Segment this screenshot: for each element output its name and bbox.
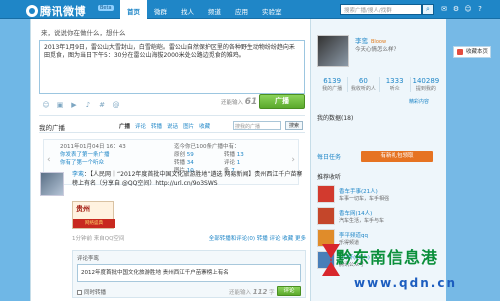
nav-apps[interactable]: 应用: [228, 0, 255, 19]
composer-textarea[interactable]: 2013年1月9日，雷公山大雪封山，白雪皑皑。雷公山自然保护区里的各种野生动物纷…: [39, 40, 305, 94]
logo-eye-icon: [26, 5, 38, 17]
settings-icon[interactable]: ⚙: [452, 5, 460, 13]
checkbox-icon[interactable]: [77, 290, 82, 295]
stats-line2: 你有了第一个听众: [60, 160, 105, 166]
reply-label: 评论李鸾: [77, 256, 100, 262]
profile-stats: 6139 我的广播 60 我收听的人 1333 听众 140289 提到我的: [317, 77, 441, 92]
image-icon[interactable]: ▣: [55, 101, 65, 109]
divider: [39, 115, 305, 116]
stat-broadcasts[interactable]: 6139 我的广播: [317, 77, 349, 92]
profile-mood[interactable]: 今天心情怎么样？: [355, 45, 399, 53]
post-button[interactable]: 广播: [259, 94, 305, 109]
timeline-title: 我的广播: [39, 124, 65, 132]
nav-channels[interactable]: 频道: [201, 0, 228, 19]
stats-date-block: 2011年01月04日 16：43 你发表了第一条广播 你有了第一个听众: [60, 143, 126, 167]
music-icon[interactable]: ♪: [83, 101, 93, 109]
stat-item: 评论 1: [224, 160, 241, 166]
stat-item: 转播 13: [224, 152, 244, 158]
counter-value: 61: [244, 97, 258, 107]
tab-favorites[interactable]: 收藏: [199, 122, 210, 130]
recommend-item[interactable]: 香车手事(21人) 车事一切车，车手相强: [317, 185, 443, 207]
post-avatar[interactable]: [40, 172, 64, 196]
reply-box: 评论李鸾 2012年度首批中国文化旅游胜地 贵州西江千户苗寨榜上有名 同时转播 …: [72, 250, 306, 298]
site-watermark: 黔东南信息港 www.qdn.cn: [316, 236, 500, 301]
post-text: 李鸾：【人民网｜“2012年度首批中国文化旅游胜地”遴选 网易新闻】贵州西江千户…: [72, 171, 303, 187]
post-meta: 1分钟前 来自QQ空间 全部转播和评论(0) 转播 评论 收藏 更多: [72, 234, 306, 242]
nav-home[interactable]: 首页: [120, 0, 147, 19]
stats-summary: 迄今你已100条广播中有：: [174, 144, 240, 150]
post-actions[interactable]: 全部转播和评论(0) 转播 评论 收藏 更多: [209, 234, 306, 242]
at-icon[interactable]: @: [111, 101, 121, 109]
timeline-header: 我的广播 广播 评论 转播 说话 图片 收藏 搜我的广播 搜索: [39, 121, 305, 133]
logo-text: 腾讯微博: [40, 5, 86, 18]
nav-lab[interactable]: 实验室: [255, 0, 289, 19]
nav-find-people[interactable]: 找人: [174, 0, 201, 19]
bookmark-page-button[interactable]: 收藏本页: [453, 46, 491, 58]
recommend-desc: 汽车生活，车手与车: [339, 218, 385, 224]
post-author[interactable]: 李鸾: [72, 171, 84, 178]
composer-tools: ☺ ▣ ▶ ♪ # @: [41, 101, 121, 109]
recommend-avatar[interactable]: [317, 207, 335, 225]
tab-images[interactable]: 图片: [183, 122, 194, 130]
profile-more-link[interactable]: 精彩内容: [409, 98, 429, 105]
search-icon[interactable]: ⌕: [422, 4, 434, 15]
recommend-item[interactable]: 香车网(14人) 汽车生活，车手与车: [317, 207, 443, 229]
timeline-search-button[interactable]: 搜索: [285, 121, 303, 130]
my-data-count: (18): [341, 115, 354, 122]
watermark-text: 黔东南信息港: [336, 248, 439, 267]
profile-avatar[interactable]: [317, 35, 349, 67]
video-icon[interactable]: ▶: [69, 101, 79, 109]
my-data-section: 我的数据(18): [317, 113, 441, 122]
main-nav: 首页 微群 找人 频道 应用 实验室: [120, 0, 289, 19]
help-icon[interactable]: ?: [476, 5, 484, 13]
recommend-section: 推荐收听: [317, 172, 441, 181]
post-body: 【人民网｜“2012年度首批中国文化旅游胜地”遴选 网易新闻】贵州西江千户苗寨榜…: [72, 171, 303, 187]
repost-checkbox[interactable]: 同时转播: [77, 288, 106, 296]
reply-counter: 还能输入 112 字: [229, 288, 275, 296]
tab-talk[interactable]: 说话: [167, 122, 178, 130]
stats-date: 2011年01月04日 16：43: [60, 144, 126, 150]
stat-mentions[interactable]: 140289 提到我的: [411, 77, 441, 92]
emoji-icon[interactable]: ☺: [41, 101, 51, 109]
post-image-ribbon: 网络盛典: [73, 219, 115, 228]
timeline-tabs: 广播 评论 转播 说话 图片 收藏: [119, 122, 210, 130]
stat-following[interactable]: 60 我收听的人: [348, 77, 380, 92]
top-navigation-bar: 腾讯微博 Beta 首页 微群 找人 频道 应用 实验室 搜索广播/搜人/找群 …: [0, 0, 500, 19]
tab-comments[interactable]: 评论: [135, 122, 146, 130]
post-time: 1分钟前 来自QQ空间: [72, 236, 125, 242]
chevron-left-icon[interactable]: ‹: [47, 155, 51, 165]
post-image[interactable]: 贵州 网络盛典: [72, 201, 115, 229]
recommend-title: 推荐收听: [317, 174, 342, 181]
nav-groups[interactable]: 微群: [147, 0, 174, 19]
tab-reposts[interactable]: 转播: [151, 122, 162, 130]
beta-badge: Beta: [98, 5, 114, 11]
recommend-avatar[interactable]: [317, 185, 335, 203]
recommend-name[interactable]: 香车手事(21人): [339, 187, 378, 195]
composer-prompt: 来，说说你在做什么，想什么: [41, 29, 126, 37]
recommend-name[interactable]: 香车网(14人): [339, 209, 372, 217]
reply-submit-button[interactable]: 评论: [277, 286, 301, 296]
topic-icon[interactable]: #: [97, 101, 107, 109]
profile-name-row: 李鸾 Bloow: [355, 35, 386, 45]
recommend-desc: 车事一切车，车手相强: [339, 196, 390, 202]
profile-icon[interactable]: ☺: [464, 5, 472, 13]
mail-icon[interactable]: ✉: [440, 5, 448, 13]
reply-input[interactable]: 2012年度首批中国文化旅游胜地 贵州西江千户苗寨榜上有名: [77, 264, 301, 282]
my-data-title[interactable]: 我的数据: [317, 115, 341, 122]
weibo-logo[interactable]: 腾讯微博: [26, 3, 86, 19]
chevron-right-icon[interactable]: ›: [291, 155, 295, 165]
tab-broadcast[interactable]: 广播: [119, 122, 130, 130]
stats-line1: 你发表了第一条广播: [60, 152, 110, 158]
timeline-search-input[interactable]: 搜我的广播: [233, 121, 281, 130]
post-image-text: 贵州: [76, 205, 90, 213]
watermark-url: www.qdn.cn: [354, 276, 457, 290]
top-search-input[interactable]: 搜索广播/搜人/找群: [340, 4, 422, 15]
profile-name[interactable]: 李鸾: [355, 37, 368, 45]
stat-listeners[interactable]: 1333 听众: [380, 77, 411, 92]
task-reward-button[interactable]: 有新礼包领取: [361, 151, 433, 162]
daily-task-title: 每日任务: [317, 154, 342, 161]
